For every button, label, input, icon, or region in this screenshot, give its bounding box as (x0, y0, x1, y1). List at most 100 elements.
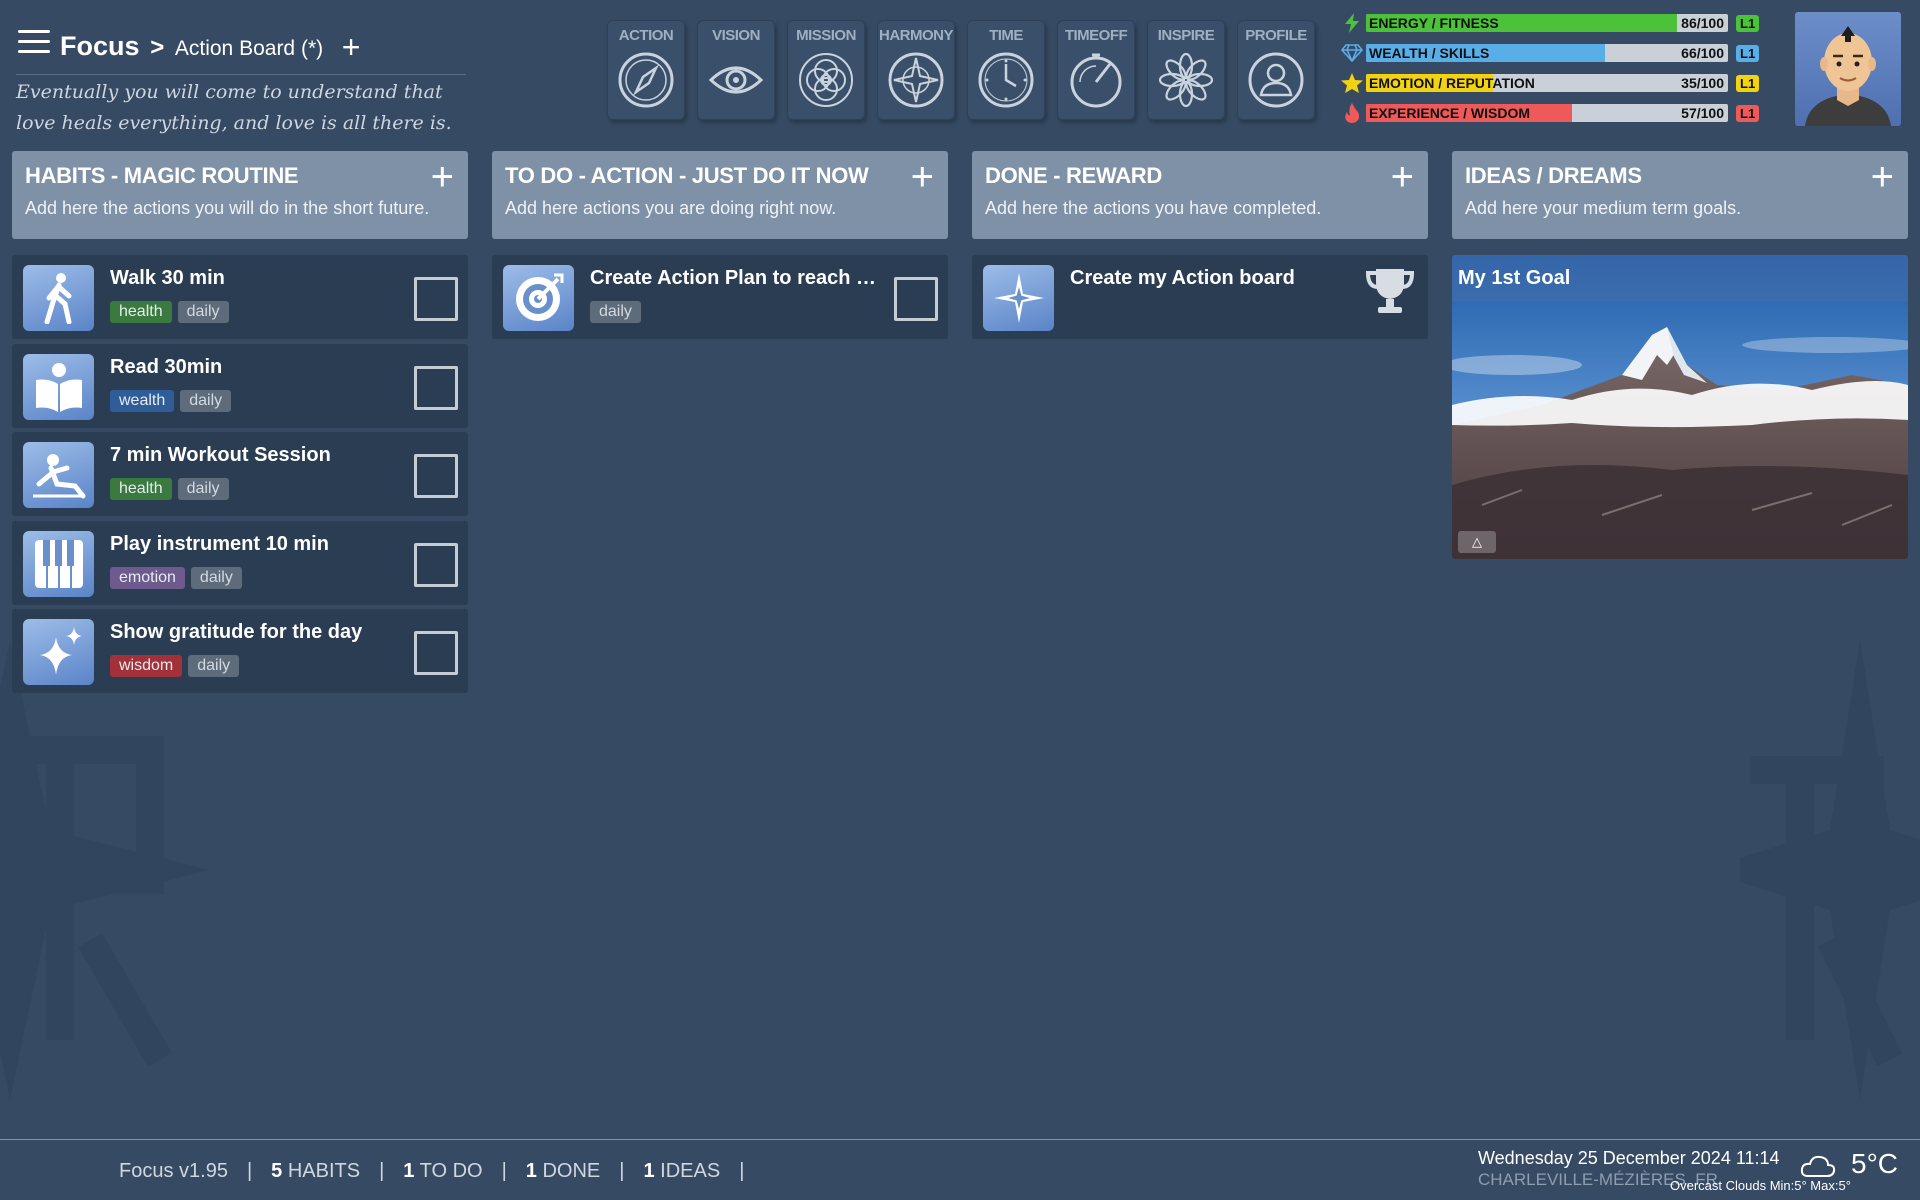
frequency-tag[interactable]: daily (590, 301, 641, 323)
idea-card[interactable]: My 1st Goal △ (1452, 255, 1908, 559)
divider: | (739, 1160, 745, 1182)
menu-icon[interactable] (18, 30, 50, 54)
complete-checkbox[interactable] (894, 277, 938, 321)
column-description: Add here your medium term goals. (1465, 198, 1742, 218)
todo-card[interactable]: Create Action Plan to reach m... daily (492, 255, 948, 339)
divider: | (501, 1160, 507, 1182)
background-emblem-right (1740, 640, 1920, 1100)
stat-wealth[interactable]: WEALTH / SKILLS 66/100 L1 (1340, 42, 1770, 64)
gauge-icon (1070, 53, 1122, 108)
add-todo-button[interactable]: + (911, 157, 934, 197)
level-badge: L1 (1736, 44, 1760, 62)
main-nav: ACTION VISION MISSION HARMONY TIME TIMEO… (607, 20, 1315, 120)
frequency-tag[interactable]: daily (190, 567, 242, 589)
nav-action[interactable]: ACTION (607, 20, 685, 120)
compass-icon (618, 52, 674, 108)
add-habit-button[interactable]: + (431, 157, 454, 197)
complete-checkbox[interactable] (414, 631, 458, 675)
daily-quote: Eventually you will come to understand t… (16, 74, 466, 139)
column-description: Add here actions you are doing right now… (505, 198, 837, 218)
stat-bar: EMOTION / REPUTATION 35/100 (1366, 74, 1728, 92)
category-tag[interactable]: wealth (110, 390, 175, 412)
habit-card[interactable]: Play instrument 10 min emotion daily (12, 521, 468, 605)
card-title: My 1st Goal (1458, 267, 1571, 289)
nav-label: PROFILE (1245, 27, 1307, 44)
walking-icon (23, 265, 94, 331)
category-tag[interactable]: wisdom (110, 655, 183, 677)
ideas-count-label: IDEAS (660, 1160, 721, 1182)
card-title: Create my Action board (1070, 267, 1295, 289)
nav-time[interactable]: TIME (967, 20, 1045, 120)
cloud-icon (1800, 1155, 1836, 1177)
nav-label: TIME (989, 27, 1023, 44)
add-idea-button[interactable]: + (1871, 157, 1894, 197)
level-badge: L1 (1736, 14, 1760, 32)
column-title: DONE - REWARD (985, 163, 1162, 188)
frequency-tag[interactable]: daily (188, 655, 240, 677)
diamond-icon (1340, 42, 1364, 64)
habit-card[interactable]: Show gratitude for the day wisdom daily (12, 609, 468, 693)
lightning-icon (1340, 12, 1364, 34)
compass-star-icon (983, 265, 1054, 331)
lotus-icon (1158, 52, 1214, 108)
todo-count: 1 (403, 1160, 415, 1182)
column-ideas: IDEAS / DREAMS Add here your medium term… (1452, 151, 1908, 239)
collapse-button[interactable]: △ (1458, 531, 1496, 553)
workout-icon (23, 442, 94, 508)
card-title: Create Action Plan to reach m... (590, 267, 890, 289)
trophy-icon[interactable] (1362, 263, 1418, 319)
stat-bar: EXPERIENCE / WISDOM 57/100 (1366, 104, 1728, 122)
nav-timeoff[interactable]: TIMEOFF (1057, 20, 1135, 120)
frequency-tag[interactable]: daily (180, 390, 232, 412)
level-badge: L1 (1736, 104, 1760, 122)
frequency-tag[interactable]: daily (177, 301, 229, 323)
column-todo: TO DO - ACTION - JUST DO IT NOW Add here… (492, 151, 948, 239)
category-tag[interactable]: emotion (110, 567, 185, 589)
complete-checkbox[interactable] (414, 543, 458, 587)
nav-profile[interactable]: PROFILE (1237, 20, 1315, 120)
done-card[interactable]: Create my Action board (972, 255, 1428, 339)
breadcrumb: Focus > Action Board (*) + (60, 26, 361, 65)
column-done: DONE - REWARD Add here the actions you h… (972, 151, 1428, 239)
stat-name: EMOTION / REPUTATION (1369, 75, 1535, 91)
breadcrumb-separator: > (150, 34, 165, 61)
eye-icon (708, 66, 764, 94)
done-count-label: DONE (542, 1160, 601, 1182)
habit-card[interactable]: Walk 30 min health daily (12, 255, 468, 339)
nav-label: VISION (712, 27, 760, 44)
app-name[interactable]: Focus (60, 31, 140, 61)
nav-label: ACTION (618, 27, 674, 44)
flame-icon (1340, 102, 1364, 124)
weather-widget: Wednesday 25 December 2024 11:14 CHARLEV… (1478, 1148, 1898, 1198)
nav-harmony[interactable]: HARMONY (877, 20, 955, 120)
datetime: Wednesday 25 December 2024 11:14 (1478, 1148, 1780, 1168)
clock-icon (978, 52, 1034, 108)
add-board-button[interactable]: + (342, 29, 361, 65)
card-title: Read 30min (110, 356, 223, 378)
complete-checkbox[interactable] (414, 277, 458, 321)
frequency-tag[interactable]: daily (177, 478, 229, 500)
complete-checkbox[interactable] (414, 366, 458, 410)
nav-vision[interactable]: VISION (697, 20, 775, 120)
add-done-button[interactable]: + (1391, 157, 1414, 197)
nav-inspire[interactable]: INSPIRE (1147, 20, 1225, 120)
category-tag[interactable]: health (110, 478, 172, 500)
board-name[interactable]: Action Board (*) (175, 37, 323, 60)
divider: | (246, 1160, 253, 1182)
habit-card[interactable]: Read 30min wealth daily (12, 344, 468, 428)
category-tag[interactable]: health (110, 301, 172, 323)
nav-mission[interactable]: MISSION (787, 20, 865, 120)
stat-experience[interactable]: EXPERIENCE / WISDOM 57/100 L1 (1340, 102, 1770, 124)
nav-label: HARMONY (879, 27, 954, 44)
stat-value: 35/100 (1681, 75, 1724, 91)
stat-energy[interactable]: ENERGY / FITNESS 86/100 L1 (1340, 12, 1770, 34)
column-description: Add here the actions you will do in the … (25, 198, 430, 218)
avatar[interactable] (1795, 12, 1901, 126)
card-title: Play instrument 10 min (110, 533, 329, 555)
stat-emotion[interactable]: EMOTION / REPUTATION 35/100 L1 (1340, 72, 1770, 94)
complete-checkbox[interactable] (414, 454, 458, 498)
idea-title-bar: My 1st Goal (1452, 255, 1908, 301)
habit-card[interactable]: 7 min Workout Session health daily (12, 432, 468, 516)
column-title: HABITS - MAGIC ROUTINE (25, 163, 299, 188)
header: Focus > Action Board (*) + Eventually yo… (0, 0, 1920, 145)
